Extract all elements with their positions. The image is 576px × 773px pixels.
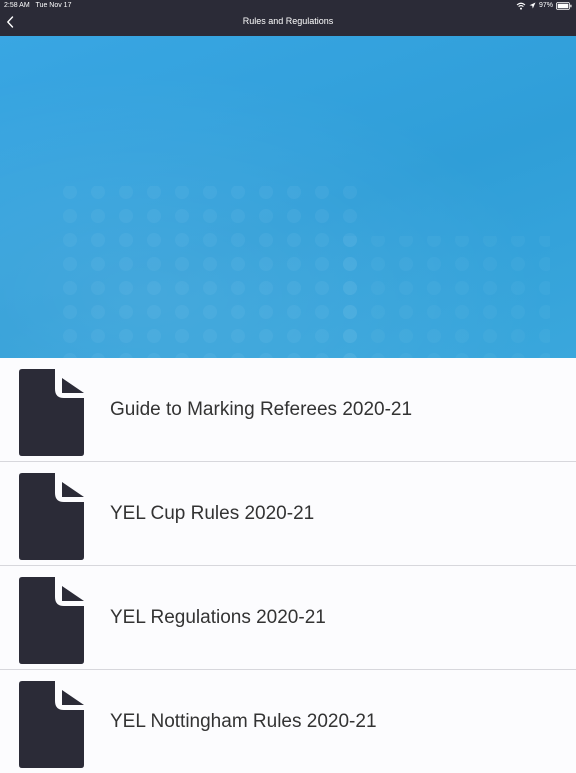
document-list: Guide to Marking Referees 2020-21 YEL Cu… xyxy=(0,358,576,773)
document-label: Guide to Marking Referees 2020-21 xyxy=(110,398,413,420)
location-icon xyxy=(529,2,536,9)
document-icon xyxy=(19,681,84,768)
document-label: YEL Regulations 2020-21 xyxy=(110,606,326,628)
wifi-icon xyxy=(516,2,526,10)
page-title: Rules and Regulations xyxy=(242,16,334,26)
battery-icon xyxy=(556,1,572,10)
document-row-yel-nottingham-rules[interactable]: YEL Nottingham Rules 2020-21 xyxy=(0,670,576,773)
status-time: 2:58 AM Tue Nov 17 xyxy=(4,1,71,10)
battery-percent: 97% xyxy=(538,2,553,9)
document-row-guide-to-marking-referees[interactable]: Guide to Marking Referees 2020-21 xyxy=(0,358,576,462)
document-label: YEL Nottingham Rules 2020-21 xyxy=(110,710,377,732)
document-row-yel-regulations[interactable]: YEL Regulations 2020-21 xyxy=(0,566,576,670)
document-icon xyxy=(19,369,84,456)
status-clock: 2:58 AM xyxy=(4,2,30,9)
document-icon xyxy=(19,577,84,664)
top-bar: 2:58 AM Tue Nov 17 97% Rules and Regulat… xyxy=(0,0,576,36)
back-button[interactable] xyxy=(3,14,17,30)
hero-pattern xyxy=(0,36,576,358)
status-indicators: 97% xyxy=(516,1,572,10)
chevron-left-icon xyxy=(7,16,14,28)
document-icon xyxy=(19,473,84,560)
document-label: YEL Cup Rules 2020-21 xyxy=(110,502,315,524)
hero-banner xyxy=(0,36,576,358)
document-row-yel-cup-rules[interactable]: YEL Cup Rules 2020-21 xyxy=(0,462,576,566)
status-date: Tue Nov 17 xyxy=(35,2,72,9)
